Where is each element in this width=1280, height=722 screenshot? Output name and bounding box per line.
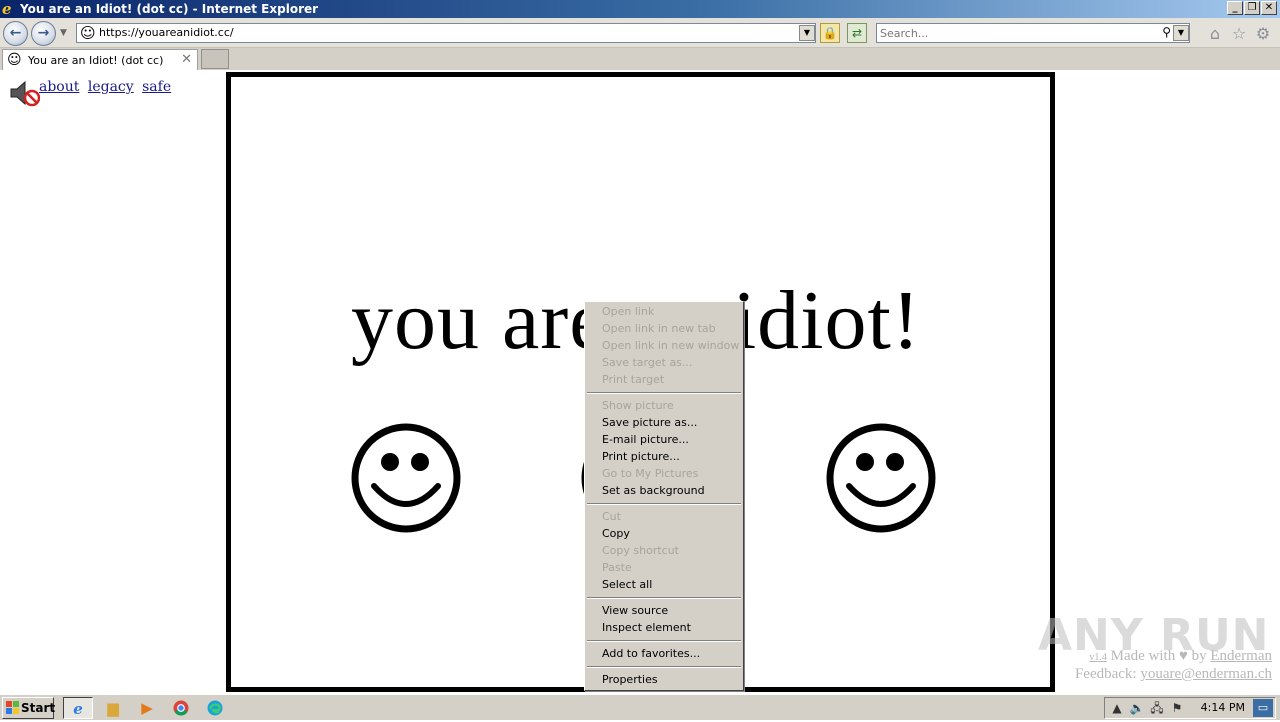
new-tab-button[interactable] <box>201 49 229 69</box>
menu-separator <box>587 597 741 599</box>
menu-item-show-picture: Show picture <box>602 399 674 412</box>
tray-expand-icon[interactable]: ▲ <box>1109 700 1125 716</box>
menu-item-save-target-as: Save target as... <box>602 356 693 369</box>
menu-item-copy-shortcut: Copy shortcut <box>602 544 679 557</box>
top-links: about legacy safe <box>39 79 175 95</box>
address-bar[interactable]: ☺ https://youareanidiot.cc/ ▼ <box>76 23 816 43</box>
tab-title: You are an Idiot! (dot cc) <box>28 54 164 67</box>
menu-item-copy[interactable]: Copy <box>602 526 630 542</box>
tab-active[interactable]: ☺ You are an Idiot! (dot cc) ✕ <box>2 49 198 70</box>
start-label: Start <box>21 701 56 715</box>
heart-icon: ♥ <box>1178 648 1188 664</box>
menu-item-print-picture[interactable]: Print picture... <box>602 449 680 465</box>
taskbar-media-player-icon[interactable]: ▶ <box>132 697 162 719</box>
browser-toolbar: ← → ▼ ☺ https://youareanidiot.cc/ ▼ 🔒 ⇄ … <box>0 18 1280 48</box>
history-dropdown-icon[interactable]: ▼ <box>60 28 67 38</box>
taskbar: Start e ▆ ▶ ▲ 🔈 🖧 ⚑ 4:14 PM ▭ <box>0 694 1280 720</box>
menu-item-email-picture[interactable]: E-mail picture... <box>602 432 689 448</box>
menu-item-inspect-element[interactable]: Inspect element <box>602 620 691 636</box>
author-link[interactable]: Enderman <box>1210 648 1272 664</box>
context-menu: Open link Open link in new tab Open link… <box>584 301 744 691</box>
refresh-button[interactable]: ⇄ <box>847 23 867 43</box>
window-title: You are an Idiot! (dot cc) - Internet Ex… <box>20 2 319 16</box>
back-button[interactable]: ← <box>3 21 28 46</box>
show-desktop-icon[interactable]: ▭ <box>1253 699 1273 717</box>
menu-item-print-target: Print target <box>602 373 665 386</box>
security-lock-icon[interactable]: 🔒 <box>820 23 840 43</box>
maximize-button[interactable]: ❐ <box>1244 1 1260 15</box>
feedback-label: Feedback: <box>1074 666 1137 682</box>
menu-item-properties[interactable]: Properties <box>602 672 658 688</box>
search-bar[interactable]: ⚲ ▼ <box>876 23 1190 43</box>
window-titlebar[interactable]: e You are an Idiot! (dot cc) - Internet … <box>0 0 1280 18</box>
site-favicon-icon: ☺ <box>80 24 96 42</box>
favorites-star-icon[interactable]: ☆ <box>1229 24 1249 44</box>
credits-line-2: Feedback: youare@enderman.ch <box>1075 666 1272 683</box>
smiley-face-left-icon <box>351 423 461 533</box>
menu-item-open-link-new-window: Open link in new window <box>602 339 740 352</box>
feedback-email-link[interactable]: youare@enderman.ch <box>1140 666 1272 682</box>
search-input[interactable] <box>880 26 1150 40</box>
menu-separator <box>587 503 741 505</box>
taskbar-internet-explorer-icon[interactable]: e <box>63 697 93 719</box>
edge-icon <box>207 700 223 716</box>
link-legacy[interactable]: legacy <box>88 79 134 95</box>
start-button[interactable]: Start <box>2 697 56 719</box>
menu-item-save-picture-as[interactable]: Save picture as... <box>602 415 697 431</box>
tray-clock[interactable]: 4:14 PM <box>1201 701 1245 714</box>
taskbar-chrome-icon[interactable] <box>166 697 196 719</box>
version-link[interactable]: v1.4 <box>1089 652 1107 663</box>
link-about[interactable]: about <box>39 79 79 95</box>
search-icon[interactable]: ⚲ <box>1162 25 1171 39</box>
menu-item-set-as-background[interactable]: Set as background <box>602 483 705 499</box>
search-dropdown-icon[interactable]: ▼ <box>1173 25 1189 41</box>
link-safe[interactable]: safe <box>142 79 171 95</box>
system-tray: ▲ 🔈 🖧 ⚑ 4:14 PM ▭ <box>1104 697 1276 719</box>
home-icon[interactable]: ⌂ <box>1205 24 1225 44</box>
credits-line-1: v1.4 Made with ♥ by Enderman <box>1075 648 1272 666</box>
tab-strip: ☺ You are an Idiot! (dot cc) ✕ <box>0 48 1280 70</box>
menu-item-view-source[interactable]: View source <box>602 603 668 619</box>
by-text: by <box>1191 648 1207 664</box>
windows-flag-icon <box>6 701 19 714</box>
close-button[interactable]: ✕ <box>1261 1 1277 15</box>
menu-item-go-to-my-pictures: Go to My Pictures <box>602 467 699 480</box>
address-url[interactable]: https://youareanidiot.cc/ <box>99 26 234 39</box>
menu-separator <box>587 666 741 668</box>
credits: v1.4 Made with ♥ by Enderman Feedback: y… <box>1075 648 1272 683</box>
tab-close-icon[interactable]: ✕ <box>181 52 192 67</box>
menu-item-cut: Cut <box>602 510 621 523</box>
tray-action-center-flag-icon[interactable]: ⚑ <box>1169 700 1185 716</box>
forward-button[interactable]: → <box>31 21 56 46</box>
menu-item-add-to-favorites[interactable]: Add to favorites... <box>602 646 700 662</box>
made-with-text: Made with <box>1110 648 1176 664</box>
tray-volume-icon[interactable]: 🔈 <box>1129 700 1145 716</box>
menu-item-open-link-new-tab: Open link in new tab <box>602 322 716 335</box>
menu-item-paste: Paste <box>602 561 632 574</box>
forward-arrow-icon: → <box>37 25 50 41</box>
menu-separator <box>587 392 741 394</box>
menu-item-select-all[interactable]: Select all <box>602 577 652 593</box>
tab-favicon-icon: ☺ <box>7 52 22 68</box>
chrome-icon <box>173 700 189 716</box>
address-dropdown-icon[interactable]: ▼ <box>799 25 815 41</box>
menu-separator <box>587 640 741 642</box>
sound-muted-icon[interactable] <box>8 79 40 107</box>
settings-gear-icon[interactable]: ⚙ <box>1253 24 1273 44</box>
smiley-face-right-icon <box>826 423 936 533</box>
taskbar-file-explorer-icon[interactable]: ▆ <box>98 697 128 719</box>
menu-item-open-link: Open link <box>602 305 655 318</box>
minimize-button[interactable]: _ <box>1227 1 1243 15</box>
taskbar-edge-icon[interactable] <box>200 697 230 719</box>
internet-explorer-icon: e <box>2 0 12 18</box>
back-arrow-icon: ← <box>9 25 22 41</box>
tray-network-icon[interactable]: 🖧 <box>1149 700 1165 716</box>
